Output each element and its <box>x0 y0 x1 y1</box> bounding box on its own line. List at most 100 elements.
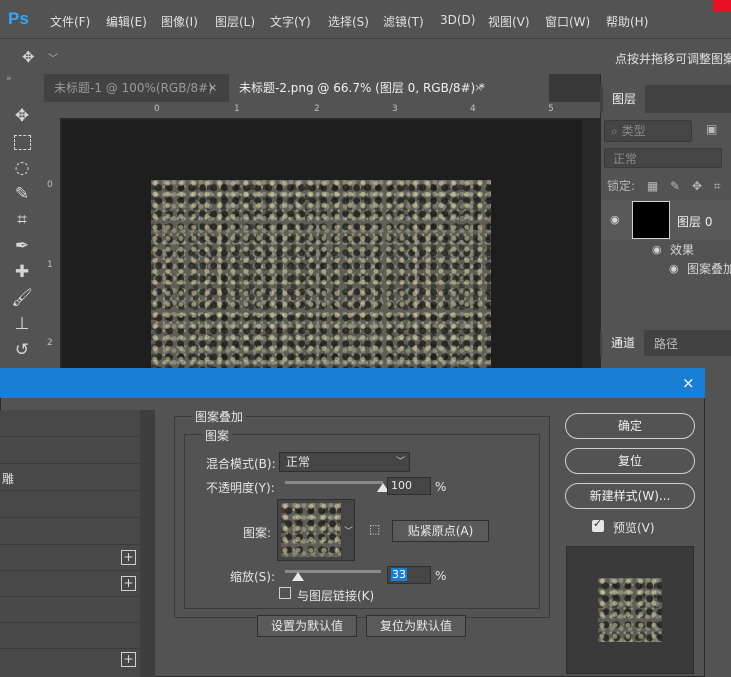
layer-name[interactable]: 图层 0 <box>677 213 712 230</box>
close-icon[interactable]: × <box>474 74 483 102</box>
layer-kind-filter[interactable]: ⌕ 类型 <box>604 120 692 142</box>
visibility-eye-icon[interactable]: ◉ <box>610 213 620 226</box>
menu-file[interactable]: 文件(F) <box>50 13 90 30</box>
menu-image[interactable]: 图像(I) <box>161 13 198 30</box>
scale-value: 33 <box>391 568 407 581</box>
snap-to-origin-button[interactable]: 贴紧原点(A) <box>392 520 489 542</box>
menu-layer[interactable]: 图层(L) <box>215 13 255 30</box>
add-icon[interactable]: + <box>121 576 136 591</box>
eyedropper-tool-icon[interactable]: ✒ <box>10 234 34 258</box>
lock-row: 锁定: ▦ ✎ ✥ ⌗ <box>607 177 721 194</box>
list-item[interactable]: + <box>0 648 140 674</box>
close-icon[interactable]: × <box>682 374 695 392</box>
layer-blend-mode-select[interactable]: 正常 <box>604 148 722 168</box>
opacity-slider-track[interactable] <box>285 481 383 484</box>
healing-brush-tool-icon[interactable]: ✚ <box>10 260 34 284</box>
menu-help[interactable]: 帮助(H) <box>606 13 648 30</box>
reset-button[interactable]: 复位 <box>565 448 695 474</box>
link-with-layer-checkbox[interactable] <box>279 587 291 599</box>
layer-thumbnail[interactable] <box>632 201 670 239</box>
add-icon[interactable]: + <box>121 652 136 667</box>
lasso-tool-icon[interactable]: ◌ <box>10 156 34 180</box>
blend-mode-select[interactable]: 正常 ﹀ <box>279 452 410 472</box>
menu-filter[interactable]: 滤镜(T) <box>383 13 424 30</box>
tab-label: 未标题-1 @ 100%(RGB/8#) <box>54 81 213 95</box>
visibility-eye-icon[interactable]: ◉ <box>652 243 662 256</box>
ruler-tick-label: 0 <box>154 104 160 114</box>
list-item[interactable] <box>0 437 140 464</box>
list-item[interactable] <box>0 491 140 518</box>
pattern-picker[interactable]: ﹀ <box>277 499 355 561</box>
lock-label: 锁定: <box>607 179 636 193</box>
set-default-button[interactable]: 设置为默认值 <box>257 615 357 637</box>
options-hint: 点按并拖移可调整图案 <box>615 52 731 66</box>
move-tool-icon[interactable]: ✥ <box>22 48 35 66</box>
ruler-tick-label: 3 <box>392 104 398 114</box>
scale-input[interactable]: 33 <box>387 566 431 584</box>
tab-layers[interactable]: 图层 <box>603 85 645 113</box>
quick-select-tool-icon[interactable]: ✎ <box>10 182 34 206</box>
ok-button[interactable]: 确定 <box>565 413 695 439</box>
list-item[interactable] <box>0 518 140 545</box>
preview-checkbox[interactable]: ✓ <box>592 517 604 532</box>
dialog-title-bar[interactable] <box>0 368 705 398</box>
brush-tool-icon[interactable]: 🖌 <box>10 286 34 310</box>
pattern-label: 图案: <box>243 526 272 540</box>
pattern-swatch[interactable] <box>281 503 341 557</box>
menu-bar: Ps 文件(F) 编辑(E) 图像(I) 图层(L) 文字(Y) 选择(S) 滤… <box>0 0 731 38</box>
tab-channels[interactable]: 通道 <box>602 330 644 356</box>
collapse-icon[interactable]: » <box>6 74 12 84</box>
list-item-label: 雕 <box>2 472 15 486</box>
lock-brush-icon[interactable]: ✎ <box>670 179 680 193</box>
search-icon: ⌕ <box>611 124 618 138</box>
kind-filter-label: 类型 <box>621 124 646 138</box>
menu-type[interactable]: 文字(Y) <box>270 13 311 30</box>
tool-bar: » ✥ ◌ ✎ ⌗ ✒ ✚ 🖌 ⊥ ↺ <box>0 74 44 374</box>
chevron-down-icon[interactable]: ﹀ <box>48 50 58 65</box>
visibility-eye-icon[interactable]: ◉ <box>669 262 679 275</box>
tab-untitled-2[interactable]: 未标题-2.png @ 66.7% (图层 0, RGB/8#) * × <box>229 74 549 102</box>
add-icon[interactable]: + <box>121 550 136 565</box>
blend-mode-value: 正常 <box>286 455 311 469</box>
menu-view[interactable]: 视图(V) <box>488 13 530 30</box>
marquee-tool-icon[interactable] <box>10 130 34 154</box>
style-list: 雕 + + + <box>0 410 155 677</box>
list-item[interactable]: + <box>0 570 140 597</box>
effect-pattern-overlay[interactable]: 图案叠加 <box>687 260 731 277</box>
style-list-scrollbar[interactable] <box>140 410 155 677</box>
new-style-button[interactable]: 新建样式(W)... <box>565 483 695 509</box>
lock-position-icon[interactable]: ✥ <box>692 179 702 193</box>
preview-swatch <box>598 578 662 642</box>
chevron-down-icon[interactable]: ﹀ <box>344 524 353 537</box>
history-brush-tool-icon[interactable]: ↺ <box>10 338 34 362</box>
lock-transparent-icon[interactable]: ▦ <box>647 179 658 193</box>
scale-unit: % <box>435 569 447 583</box>
blend-mode-label: 混合模式(B): <box>206 457 276 471</box>
ruler-tick-label: 4 <box>470 104 476 114</box>
tab-untitled-1[interactable]: 未标题-1 @ 100%(RGB/8#) × <box>44 74 234 102</box>
list-item[interactable] <box>0 622 140 649</box>
menu-edit[interactable]: 编辑(E) <box>106 13 147 30</box>
stamp-tool-icon[interactable]: ⊥ <box>10 312 34 336</box>
lock-artboard-icon[interactable]: ⌗ <box>714 179 721 193</box>
canvas-pattern-image[interactable] <box>151 180 491 380</box>
list-item[interactable] <box>0 410 140 437</box>
window-close-button[interactable] <box>713 0 731 12</box>
menu-select[interactable]: 选择(S) <box>328 13 369 30</box>
menu-window[interactable]: 窗口(W) <box>545 13 590 30</box>
new-preset-icon[interactable]: ⬚ <box>369 522 380 536</box>
list-item[interactable]: + <box>0 544 140 571</box>
opacity-label: 不透明度(Y): <box>206 481 275 495</box>
close-icon[interactable]: × <box>208 74 217 102</box>
image-filter-icon[interactable]: ▣ <box>706 122 717 136</box>
list-item[interactable] <box>0 596 140 623</box>
menu-3d[interactable]: 3D(D) <box>440 13 475 27</box>
move-tool-icon[interactable]: ✥ <box>10 104 34 128</box>
blend-mode-value: 正常 <box>613 152 638 166</box>
list-item[interactable]: 雕 <box>0 464 140 491</box>
tab-paths[interactable]: 路径 <box>654 335 678 352</box>
scale-slider-thumb[interactable] <box>291 572 304 581</box>
crop-tool-icon[interactable]: ⌗ <box>10 208 34 232</box>
opacity-input[interactable]: 100 <box>387 477 431 495</box>
reset-default-button[interactable]: 复位为默认值 <box>366 615 466 637</box>
